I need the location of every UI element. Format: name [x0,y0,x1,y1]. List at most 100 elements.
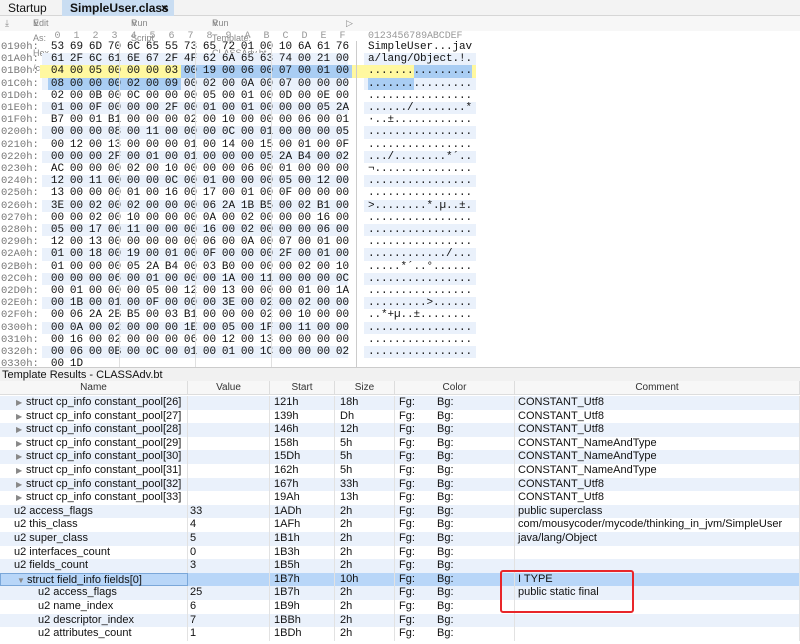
hex-byte[interactable]: 02 [48,90,67,102]
hex-byte[interactable]: 05 [86,65,105,77]
hex-byte[interactable]: 00 [67,224,86,236]
hex-byte[interactable]: 00 [105,102,124,114]
hex-byte[interactable]: 01 [162,248,181,260]
hex-byte[interactable]: 00 [257,114,276,126]
hex-byte[interactable]: 6C [86,53,105,65]
hex-byte[interactable]: 01 [314,248,333,260]
bg-color-cell[interactable]: Bg: [430,396,515,410]
hex-byte[interactable]: 0C [143,346,162,358]
hex-byte[interactable]: 76 [333,41,352,53]
hex-byte[interactable]: 00 [124,273,143,285]
hex-byte[interactable]: 00 [314,346,333,358]
hex-byte[interactable]: 00 [314,261,333,273]
ascii-char[interactable]: v [466,41,473,53]
hex-byte[interactable]: 00 [48,139,67,151]
hex-byte[interactable]: 00 [124,322,143,334]
hex-byte[interactable]: 00 [276,297,295,309]
hex-byte[interactable]: 00 [219,248,238,260]
hex-byte[interactable]: 0D [276,90,295,102]
collapsed-triangle-icon[interactable]: ▶ [16,396,26,410]
ascii-char[interactable]: . [466,236,473,248]
fg-color-cell[interactable]: Fg: [395,586,430,600]
table-row[interactable]: u2 attributes_count 1 1BDh 2h Fg: Bg: [0,627,800,641]
hex-byte[interactable]: 00 [238,346,257,358]
hex-byte[interactable]: 00 [200,346,219,358]
hex-byte[interactable]: 09 [162,77,181,90]
table-row[interactable]: u2 access_flags 25 1B7h 2h Fg: Bg: public stat… [0,586,800,600]
hex-byte[interactable]: 00 [333,309,352,321]
hex-byte[interactable]: 0A [238,78,257,90]
hex-byte[interactable]: 00 [143,309,162,321]
hex-byte[interactable]: 00 [200,139,219,151]
hex-byte[interactable]: 10 [333,261,352,273]
hex-byte[interactable]: 00 [105,224,124,236]
hex-byte[interactable]: 00 [276,322,295,334]
hex-byte[interactable]: 01 [295,285,314,297]
ascii-char[interactable]: . [466,297,473,309]
collapsed-triangle-icon[interactable]: ▶ [16,423,26,437]
hex-byte[interactable]: 0B [86,90,105,102]
fg-color-cell[interactable]: Fg: [395,491,430,505]
fg-color-cell[interactable]: Fg: [395,627,430,641]
table-row[interactable]: u2 access_flags 33 1ADh 2h Fg: Bg: public supe… [0,504,800,519]
hex-byte[interactable]: 00 [295,224,314,236]
hex-byte[interactable]: 00 [67,65,86,77]
hex-byte[interactable]: 11 [143,126,162,138]
hex-byte[interactable]: 00 [314,163,333,175]
hex-byte[interactable]: 00 [143,248,162,260]
hex-byte[interactable]: 00 [67,77,86,90]
hex-byte[interactable]: 00 [67,273,86,285]
col-value[interactable]: Value [188,381,270,395]
hex-byte[interactable]: 00 [238,248,257,260]
value-cell[interactable]: 1 [188,627,270,641]
hex-byte[interactable]: 00 [105,200,124,212]
table-row[interactable]: u2 fields_count 3 1B5h 2h Fg: Bg: [0,559,800,573]
hex-byte[interactable]: 00 [181,126,200,138]
hex-byte[interactable]: 00 [314,285,333,297]
hex-byte[interactable]: 06 [314,224,333,236]
hex-byte[interactable]: 00 [181,78,200,90]
hex-byte[interactable]: 17 [86,224,105,236]
bg-color-cell[interactable]: Bg: [430,504,515,519]
hex-byte[interactable]: 06 [181,334,200,346]
hex-byte[interactable]: 01 [124,187,143,199]
hex-byte[interactable]: 11 [86,175,105,187]
hex-byte[interactable]: 00 [162,297,181,309]
bg-color-cell[interactable]: Bg: [430,545,515,560]
bg-color-cell[interactable]: Bg: [430,477,515,492]
collapsed-triangle-icon[interactable]: ▶ [16,491,26,505]
hex-byte[interactable]: 70 [105,41,124,53]
table-row[interactable]: u2 super_class 5 1B1h 2h Fg: Bg: java/lang/Obj… [0,532,800,546]
hex-byte[interactable]: 1F [257,322,276,334]
hex-byte[interactable]: 00 [257,285,276,297]
table-row[interactable]: ▶ struct cp_info constant_pool[31] 162h 5h F… [0,464,800,478]
hex-byte[interactable]: 67 [143,53,162,65]
hex-byte[interactable]: 73 [181,41,200,53]
hex-byte[interactable]: 02 [105,334,124,346]
hex-byte[interactable]: 1A [333,285,352,297]
hex-byte[interactable]: 00 [276,346,295,358]
hex-byte[interactable]: 00 [333,65,352,78]
hex-byte[interactable]: 00 [219,151,238,163]
hex-byte[interactable]: 00 [219,102,238,114]
fg-color-cell[interactable]: Fg: [395,450,430,464]
hex-byte[interactable]: 01 [276,163,295,175]
value-cell[interactable]: 25 [188,586,270,600]
hex-byte[interactable]: 2A [276,151,295,163]
hex-byte[interactable]: 00 [124,285,143,297]
hex-byte[interactable]: 01 [48,261,67,273]
hex-byte[interactable]: 00 [181,90,200,102]
hex-byte[interactable]: 00 [276,200,295,212]
bg-color-cell[interactable]: Bg: [430,409,515,424]
hex-byte[interactable]: 00 [257,175,276,187]
hex-byte[interactable]: 02 [124,200,143,212]
hex-byte[interactable]: 0E [314,90,333,102]
fg-color-cell[interactable]: Fg: [395,423,430,437]
bg-color-cell[interactable]: Bg: [430,423,515,437]
bg-color-cell[interactable]: Bg: [430,491,515,505]
value-cell[interactable]: 5 [188,532,270,546]
hex-byte[interactable]: 00 [48,151,67,163]
hex-byte[interactable]: 00 [48,334,67,346]
hex-byte[interactable]: 00 [162,285,181,297]
ascii-char[interactable]: . [466,175,473,187]
